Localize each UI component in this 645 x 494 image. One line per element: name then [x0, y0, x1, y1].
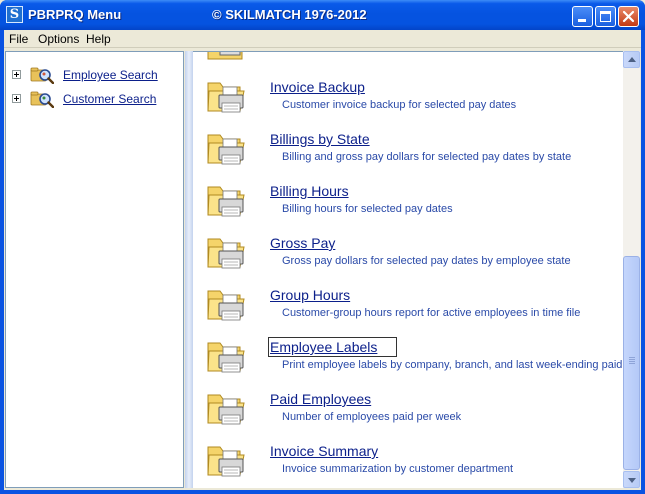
folder-printer-icon: [207, 82, 245, 113]
client-area: File Options Help Employee Search Custom…: [4, 30, 641, 490]
tree-item-employee-search[interactable]: Employee Search: [6, 65, 184, 85]
scroll-down-button[interactable]: [623, 471, 640, 488]
folder-printer-icon: [207, 446, 245, 477]
menu-file[interactable]: File: [9, 32, 28, 46]
report-item[interactable]: Invoice Backup Customer invoice backup f…: [193, 77, 623, 129]
arrow-up-icon: [628, 57, 636, 62]
minimize-button[interactable]: [572, 6, 593, 27]
folder-printer-icon: [207, 394, 245, 425]
report-description: Customer-group hours report for active e…: [282, 307, 581, 319]
menu-options[interactable]: Options: [38, 32, 79, 46]
maximize-icon: [600, 11, 611, 22]
expand-icon[interactable]: [12, 94, 21, 103]
app-icon[interactable]: S: [6, 6, 23, 23]
report-item[interactable]: Billings by State Billing and gross pay …: [193, 129, 623, 181]
report-item[interactable]: Employee Labels Print employee labels by…: [193, 337, 623, 389]
vertical-scrollbar[interactable]: [623, 51, 640, 488]
report-title[interactable]: Group Hours: [270, 287, 350, 303]
report-list[interactable]: Invoice Backup Customer invoice backup f…: [193, 51, 623, 488]
report-title[interactable]: Billing Hours: [270, 183, 349, 199]
report-item-partial[interactable]: [193, 52, 623, 77]
report-description: Billing hours for selected pay dates: [282, 203, 453, 215]
folder-printer-icon: [207, 342, 245, 373]
report-item[interactable]: Group Hours Customer-group hours report …: [193, 285, 623, 337]
maximize-button[interactable]: [595, 6, 616, 27]
scroll-up-button[interactable]: [623, 51, 640, 68]
folder-printer-icon: [207, 52, 243, 60]
report-item[interactable]: Gross Pay Gross pay dollars for selected…: [193, 233, 623, 285]
report-item[interactable]: Paid Employees Number of employees paid …: [193, 389, 623, 441]
folder-printer-icon: [207, 290, 245, 321]
scroll-thumb[interactable]: [623, 256, 640, 470]
app-window: S PBRPRQ Menu © SKILMATCH 1976-2012 File…: [0, 0, 645, 494]
panel-splitter[interactable]: [185, 51, 193, 488]
title-bar[interactable]: S PBRPRQ Menu © SKILMATCH 1976-2012: [0, 0, 645, 30]
report-description: Print employee labels by company, branch…: [282, 359, 623, 371]
report-description: Billing and gross pay dollars for select…: [282, 151, 572, 163]
close-button[interactable]: [618, 6, 639, 27]
report-title[interactable]: Invoice Summary: [270, 443, 378, 459]
arrow-down-icon: [628, 478, 636, 483]
tree-label[interactable]: Employee Search: [63, 68, 158, 82]
report-title[interactable]: Billings by State: [270, 131, 370, 147]
minimize-icon: [578, 19, 586, 22]
tree-item-customer-search[interactable]: Customer Search: [6, 89, 184, 109]
report-description: Invoice summarization by customer depart…: [282, 463, 514, 475]
search-tree[interactable]: Employee Search Customer Search: [5, 51, 184, 488]
customer-search-icon: [30, 91, 54, 108]
report-title[interactable]: Gross Pay: [270, 235, 335, 251]
copyright-text: © SKILMATCH 1976-2012: [212, 7, 367, 22]
report-description: Customer invoice backup for selected pay…: [282, 99, 517, 111]
report-title[interactable]: Paid Employees: [270, 391, 371, 407]
tree-label[interactable]: Customer Search: [63, 92, 156, 106]
report-description: Gross pay dollars for selected pay dates…: [282, 255, 571, 267]
report-description: Number of employees paid per week: [282, 411, 462, 423]
folder-printer-icon: [207, 186, 245, 217]
close-icon: [622, 10, 635, 23]
menu-help[interactable]: Help: [86, 32, 111, 46]
folder-printer-icon: [207, 134, 245, 165]
report-title[interactable]: Invoice Backup: [270, 79, 365, 95]
report-item[interactable]: Billing Hours Billing hours for selected…: [193, 181, 623, 233]
report-title[interactable]: Employee Labels: [267, 337, 398, 357]
report-item[interactable]: Invoice Summary Invoice summarization by…: [193, 441, 623, 488]
grip-icon: [629, 357, 635, 365]
window-title: PBRPRQ Menu: [28, 7, 122, 22]
expand-icon[interactable]: [12, 70, 21, 79]
menu-bar: File Options Help: [4, 30, 641, 48]
folder-printer-icon: [207, 238, 245, 269]
employee-search-icon: [30, 67, 54, 84]
